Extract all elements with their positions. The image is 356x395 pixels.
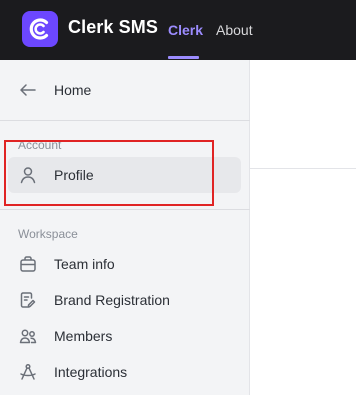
sidebar-item-integrations[interactable]: Integrations [8,354,241,390]
compass-icon [18,362,38,382]
sidebar-item-team-info[interactable]: Team info [8,246,241,282]
section-title-account: Account [18,138,62,152]
sidebar-item-label: Members [54,328,113,344]
briefcase-icon [18,254,38,274]
section-title-workspace: Workspace [18,227,78,241]
sidebar-item-members[interactable]: Members [8,318,241,354]
sidebar-item-label: Team info [54,256,115,272]
sidebar-item-home[interactable]: Home [8,72,241,108]
sidebar-item-label: Brand Registration [54,292,170,308]
nav-link-about[interactable]: About [216,22,253,38]
nav-link-clerk[interactable]: Clerk [168,22,203,38]
sidebar-item-brand-registration[interactable]: Brand Registration [8,282,241,318]
active-nav-indicator [168,56,199,59]
document-edit-icon [18,290,38,310]
users-icon [18,326,38,346]
user-icon [18,165,38,185]
sidebar-item-label: Profile [54,167,94,183]
sidebar-item-label: Integrations [54,364,128,380]
arrow-left-icon [18,80,38,100]
sidebar-item-profile[interactable]: Profile [8,157,241,193]
clerk-logo-icon[interactable] [22,11,58,47]
app-name[interactable]: Clerk SMS [68,17,158,38]
sidebar-item-label: Home [54,82,92,98]
top-navigation-bar: Clerk SMS Clerk About [0,0,356,60]
sidebar-divider [0,209,250,210]
sidebar-divider [0,120,250,121]
content-divider [250,168,356,169]
sidebar: Home Account Profile Workspace Team info [0,60,250,395]
